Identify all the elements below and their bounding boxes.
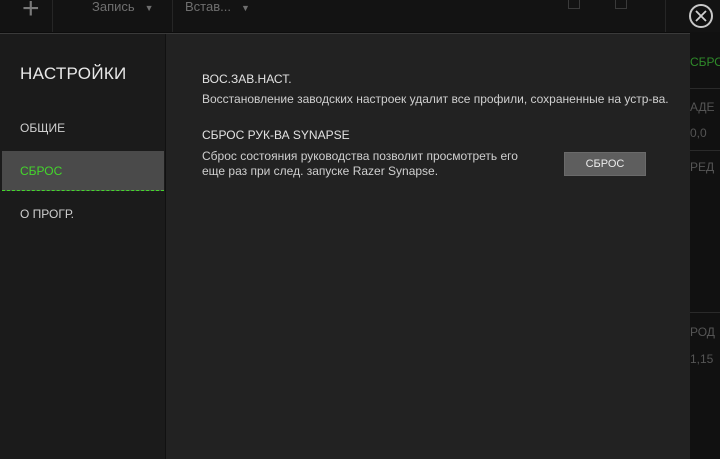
guide-reset-description-line2: еще раз при след. запуске Razer Synapse. — [202, 164, 439, 178]
sidebar-item-about[interactable]: О ПРОГР. — [2, 194, 164, 234]
background-fragment: СБРО — [690, 55, 720, 69]
guide-reset-description-line1: Сброс состояния руководства позволит про… — [202, 149, 518, 163]
chevron-down-icon: ▼ — [144, 3, 154, 13]
background-fragment: АДЕ — [690, 100, 715, 114]
menu-record-label: Запись — [92, 0, 135, 14]
menu-insert-label: Встав... — [185, 0, 231, 14]
menu-record: Запись ▼ — [92, 0, 154, 15]
reset-guide-button[interactable]: СБРОС — [564, 152, 646, 176]
plus-icon: + — [22, 0, 40, 25]
settings-dialog: НАСТРОЙКИ ОБЩИЕ СБРОС О ПРОГР. ВОС.ЗАВ.Н… — [0, 33, 690, 459]
background-fragment: 0,0 — [690, 126, 707, 140]
close-icon — [695, 10, 707, 22]
sidebar-item-general[interactable]: ОБЩИЕ — [2, 108, 164, 148]
background-divider — [690, 312, 720, 313]
sidebar-item-label: ОБЩИЕ — [20, 121, 66, 135]
sidebar-item-reset[interactable]: СБРОС — [2, 151, 164, 191]
toolbar-divider — [172, 0, 173, 32]
sidebar-item-label: СБРОС — [20, 164, 63, 178]
background-divider — [690, 88, 720, 89]
toolbar-divider — [52, 0, 53, 32]
factory-reset-title: ВОС.ЗАВ.НАСТ. — [202, 72, 292, 86]
background-divider — [690, 150, 720, 151]
sidebar-title: НАСТРОЙКИ — [20, 64, 127, 83]
settings-sidebar: НАСТРОЙКИ ОБЩИЕ СБРОС О ПРОГР. — [0, 34, 166, 459]
background-fragment: РЕД — [690, 160, 715, 174]
chevron-down-icon: ▼ — [240, 3, 250, 13]
window-control-icon — [615, 0, 627, 9]
toolbar-divider — [665, 0, 666, 32]
factory-reset-description: Восстановление заводских настроек удалит… — [202, 92, 669, 106]
sidebar-item-label: О ПРОГР. — [20, 207, 74, 221]
guide-reset-title: СБРОС РУК-ВА SYNAPSE — [202, 128, 350, 142]
close-button[interactable] — [689, 4, 713, 28]
menu-insert: Встав... ▼ — [185, 0, 250, 15]
background-fragment: РОД — [690, 325, 715, 339]
background-fragment: 1,15 — [690, 352, 714, 366]
window-control-icon — [568, 0, 580, 9]
background-toolbar: + Запись ▼ Встав... ▼ — [0, 0, 720, 32]
background-panel — [690, 32, 720, 459]
